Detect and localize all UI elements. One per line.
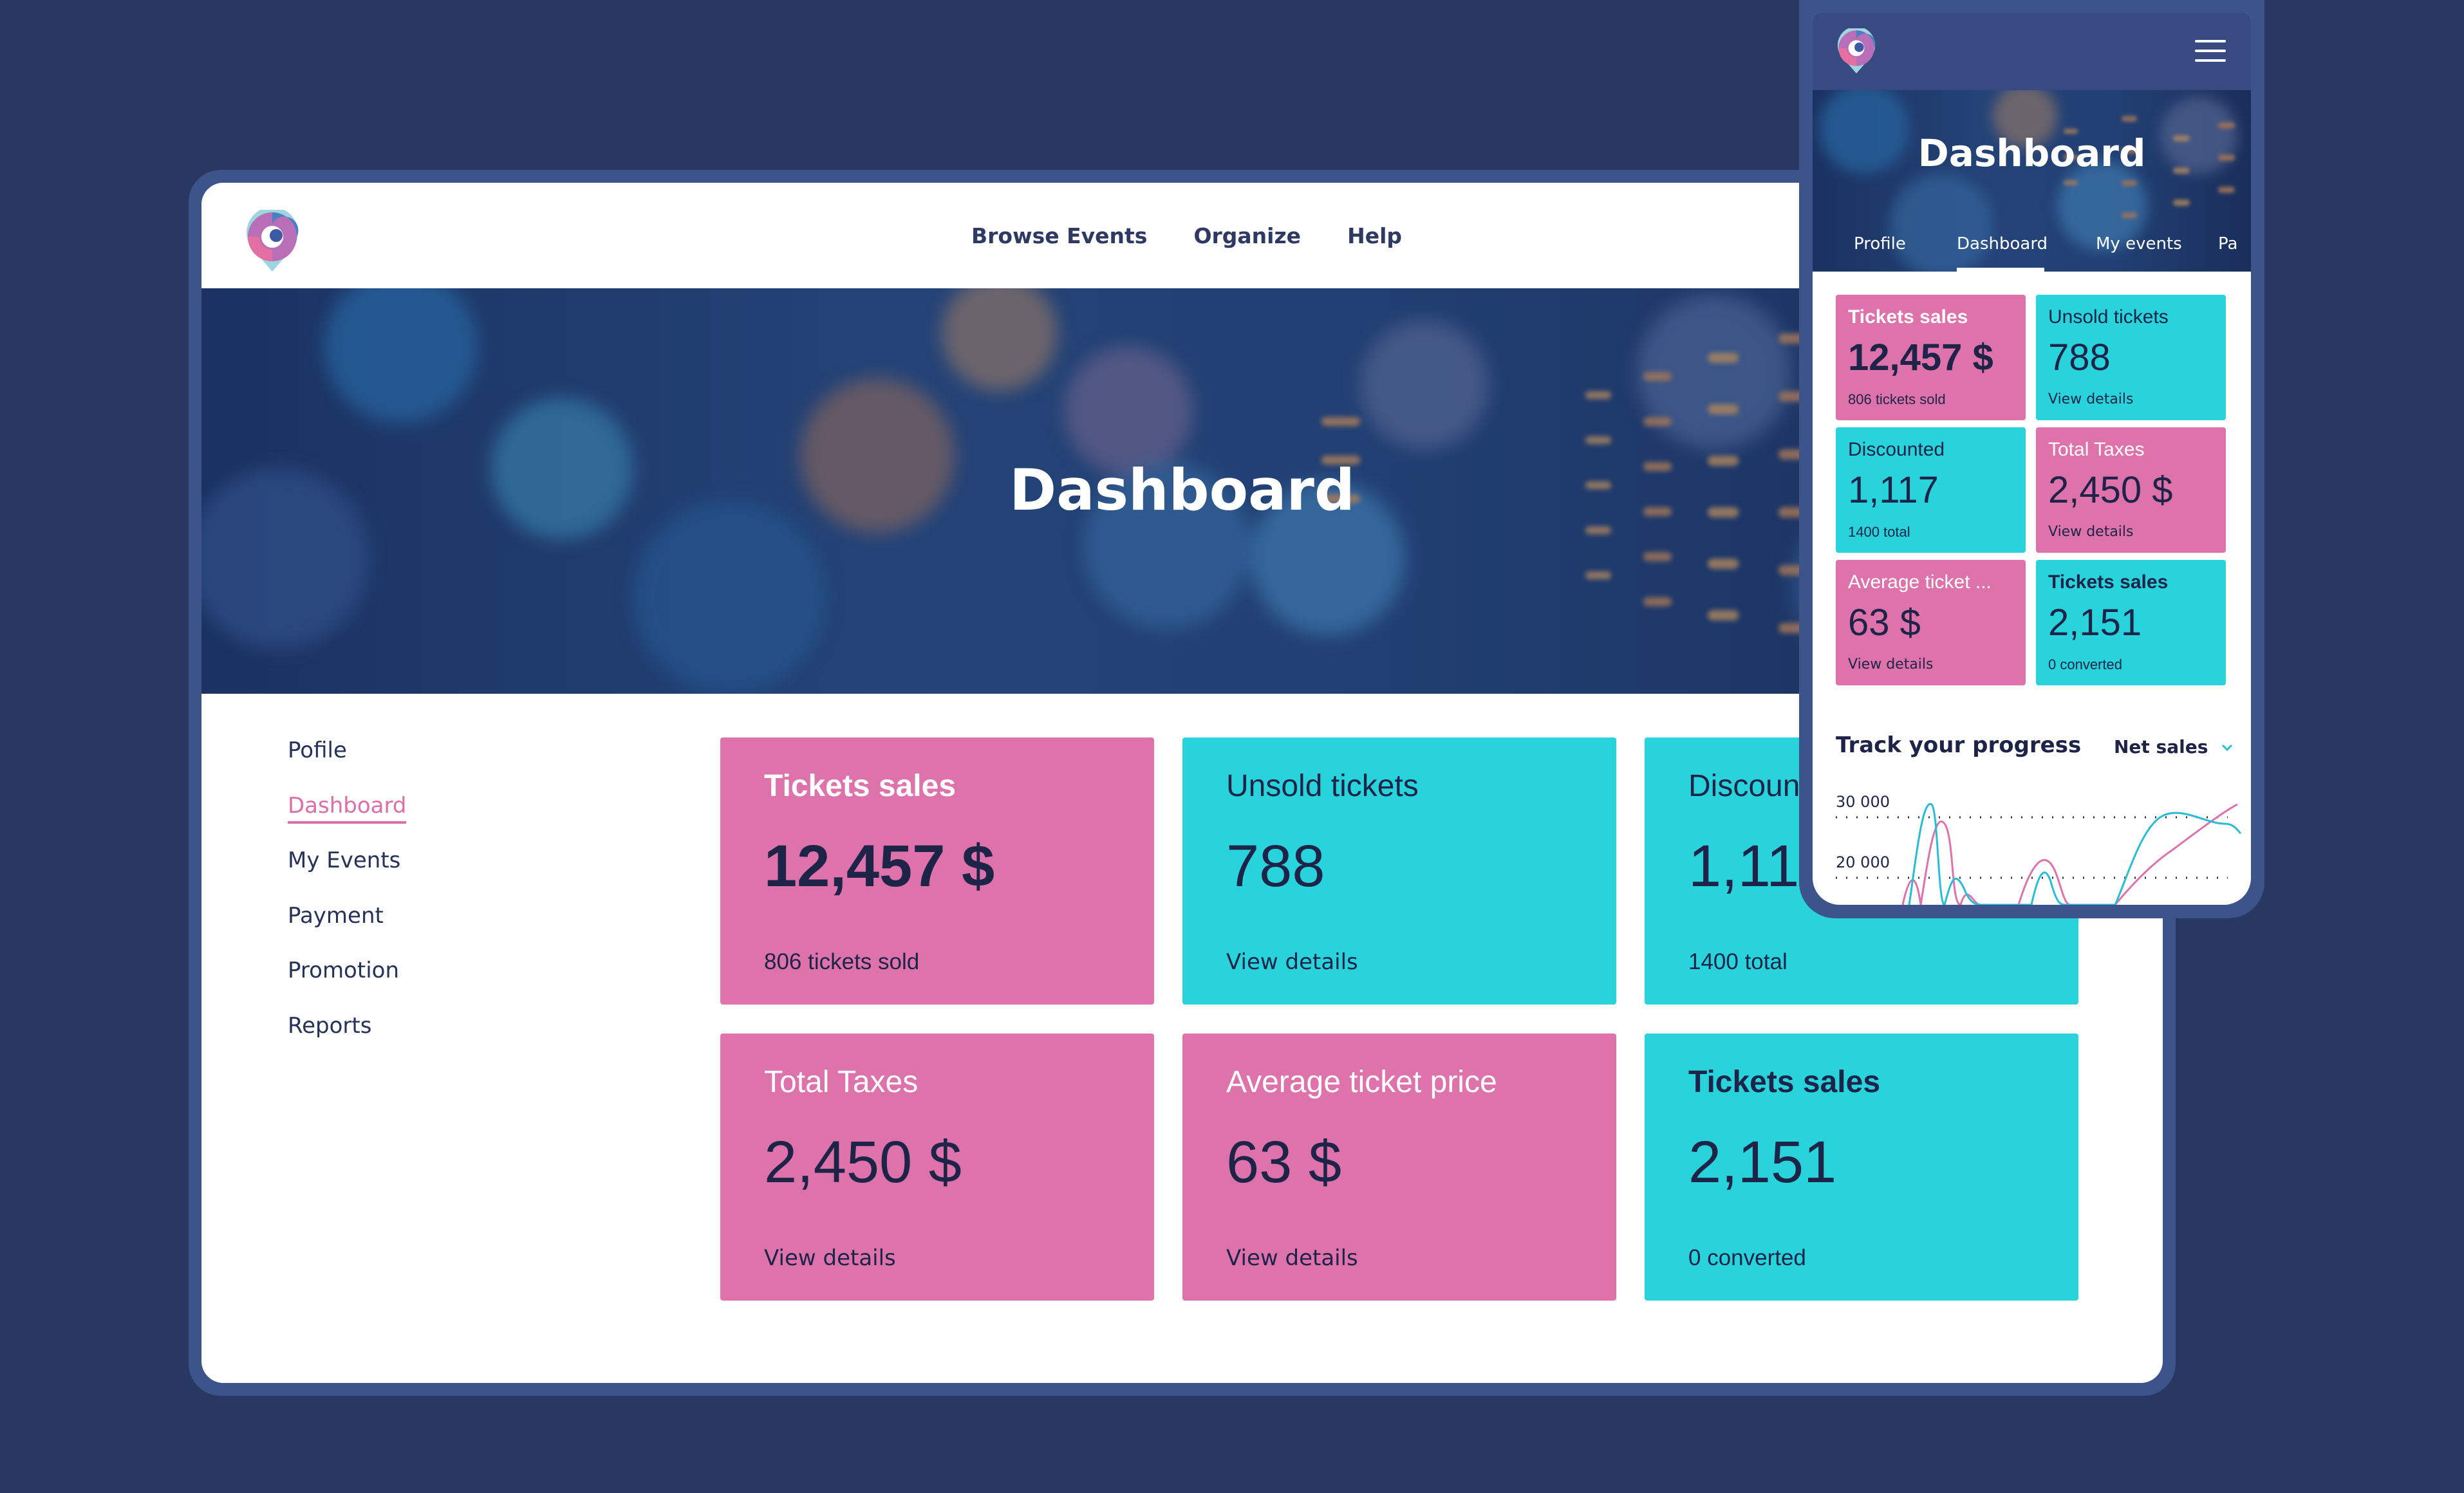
tab-profile[interactable]: Profile	[1854, 234, 1906, 254]
tab-dashboard[interactable]: Dashboard	[1957, 234, 2048, 254]
sidebar-item-label: Pofile	[288, 737, 347, 763]
metric-dropdown[interactable]: Net sales	[2114, 736, 2235, 757]
main-nav: Browse Events Organize Help	[971, 183, 1402, 288]
card-title: Tickets sales	[1848, 306, 1968, 328]
card-value: 788	[1226, 833, 1325, 899]
card-tickets-sales-converted[interactable]: Tickets sales 2,151 0 converted	[1645, 1034, 2078, 1301]
view-details-link[interactable]: View details	[1848, 656, 1934, 672]
sidebar-item-reports[interactable]: Reports	[288, 1013, 406, 1068]
sidebar-item-label: Payment	[288, 902, 384, 929]
view-details-link[interactable]: View details	[764, 1245, 896, 1271]
sidebar-item-my-events[interactable]: My Events	[288, 848, 406, 903]
card-unsold-tickets[interactable]: Unsold tickets 788 View details	[1182, 737, 1616, 1005]
card-value: 788	[2048, 337, 2111, 378]
tab-my-events[interactable]: My events	[2096, 234, 2182, 254]
card-subtext: 0 converted	[1688, 1245, 1806, 1270]
view-details-link[interactable]: View details	[2048, 524, 2134, 540]
tab-payment[interactable]: Pa	[2218, 234, 2237, 254]
card-discounted[interactable]: Discounted 1,117 1400 total	[1836, 427, 2026, 553]
view-details-link[interactable]: View details	[1226, 1245, 1358, 1271]
progress-chart: 30 000 20 000	[1836, 793, 2242, 905]
card-title: Total Taxes	[764, 1065, 919, 1099]
sidebar-item-label: Reports	[288, 1012, 372, 1039]
card-unsold-tickets[interactable]: Unsold tickets 788 View details	[2036, 295, 2226, 420]
sidebar-item-payment[interactable]: Payment	[288, 903, 406, 958]
mobile-hero-title: Dashboard	[1918, 131, 2146, 175]
nav-browse-events[interactable]: Browse Events	[971, 223, 1147, 248]
sidebar-item-promotion[interactable]: Promotion	[288, 958, 406, 1013]
card-value: 2,450 $	[764, 1129, 962, 1195]
chevron-down-icon	[2222, 744, 2233, 751]
card-title: Total Taxes	[2048, 439, 2145, 460]
card-title: Tickets sales	[2048, 571, 2169, 593]
card-title: Average ticket ...	[1848, 571, 1992, 593]
card-title: Discounted	[1848, 439, 1945, 460]
y-tick-label: 30 000	[1836, 793, 1890, 811]
card-value: 12,457 $	[764, 833, 995, 899]
sidebar-item-dashboard[interactable]: Dashboard	[288, 792, 407, 848]
track-progress-title: Track your progress	[1836, 732, 2082, 758]
card-subtext: 1400 total	[1688, 949, 1787, 974]
series-line-cyan	[1908, 802, 2242, 905]
card-title: Tickets sales	[1688, 1065, 1881, 1099]
card-subtext: 0 converted	[2048, 656, 2122, 672]
nav-organize[interactable]: Organize	[1193, 223, 1301, 248]
card-subtext: 806 tickets sold	[764, 949, 920, 974]
sidebar-nav: Pofile Dashboard My Events Payment Promo…	[288, 737, 407, 1068]
card-average-ticket-price[interactable]: Average ticket price 63 $ View details	[1182, 1034, 1616, 1301]
sidebar-item-label: My Events	[288, 848, 401, 873]
card-tickets-sales[interactable]: Tickets sales 12,457 $ 806 tickets sold	[1836, 295, 2026, 420]
sidebar-item-label: Dashboard	[288, 792, 407, 824]
card-average-ticket-price[interactable]: Average ticket ... 63 $ View details	[1836, 560, 2026, 685]
card-value: 2,450 $	[2048, 469, 2173, 511]
card-tickets-sales[interactable]: Tickets sales 12,457 $ 806 tickets sold	[720, 737, 1154, 1005]
card-value: 2,151	[2048, 602, 2142, 644]
metric-dropdown-label: Net sales	[2114, 736, 2208, 757]
card-total-taxes[interactable]: Total Taxes 2,450 $ View details	[720, 1034, 1154, 1301]
active-tab-indicator	[1957, 268, 2044, 272]
logo-icon[interactable]	[1836, 28, 1877, 75]
hamburger-menu-icon[interactable]	[2195, 40, 2226, 62]
card-value: 2,151	[1688, 1129, 1837, 1195]
card-title: Tickets sales	[764, 769, 957, 803]
view-details-link[interactable]: View details	[1226, 949, 1358, 975]
mobile-device-frame: Dashboard Profile Dashboard My events Pa…	[1799, 0, 2264, 918]
mobile-header	[1813, 13, 2251, 90]
card-value: 63 $	[1226, 1129, 1342, 1195]
card-title: Average ticket price	[1226, 1065, 1497, 1099]
card-value: 12,457 $	[1848, 337, 1993, 378]
card-subtext: 806 tickets sold	[1848, 391, 1946, 407]
sidebar-item-profile[interactable]: Pofile	[288, 737, 406, 793]
card-subtext: 1400 total	[1848, 524, 1910, 540]
card-title: Unsold tickets	[2048, 306, 2169, 328]
card-value: 1,117	[1848, 469, 1939, 511]
mobile-tabs: Profile Dashboard My events Pa	[1813, 225, 2251, 272]
sidebar-item-label: Promotion	[288, 958, 399, 983]
logo-icon[interactable]	[244, 210, 301, 273]
card-total-taxes[interactable]: Total Taxes 2,450 $ View details	[2036, 427, 2226, 553]
mobile-screen: Dashboard Profile Dashboard My events Pa…	[1813, 13, 2251, 905]
nav-help[interactable]: Help	[1347, 223, 1402, 248]
card-value: 63 $	[1848, 602, 1921, 644]
card-tickets-sales-converted[interactable]: Tickets sales 2,151 0 converted	[2036, 560, 2226, 685]
y-tick-label: 20 000	[1836, 853, 1890, 871]
view-details-link[interactable]: View details	[2048, 391, 2134, 407]
card-title: Unsold tickets	[1226, 769, 1419, 803]
series-line-pink	[1901, 803, 2238, 905]
